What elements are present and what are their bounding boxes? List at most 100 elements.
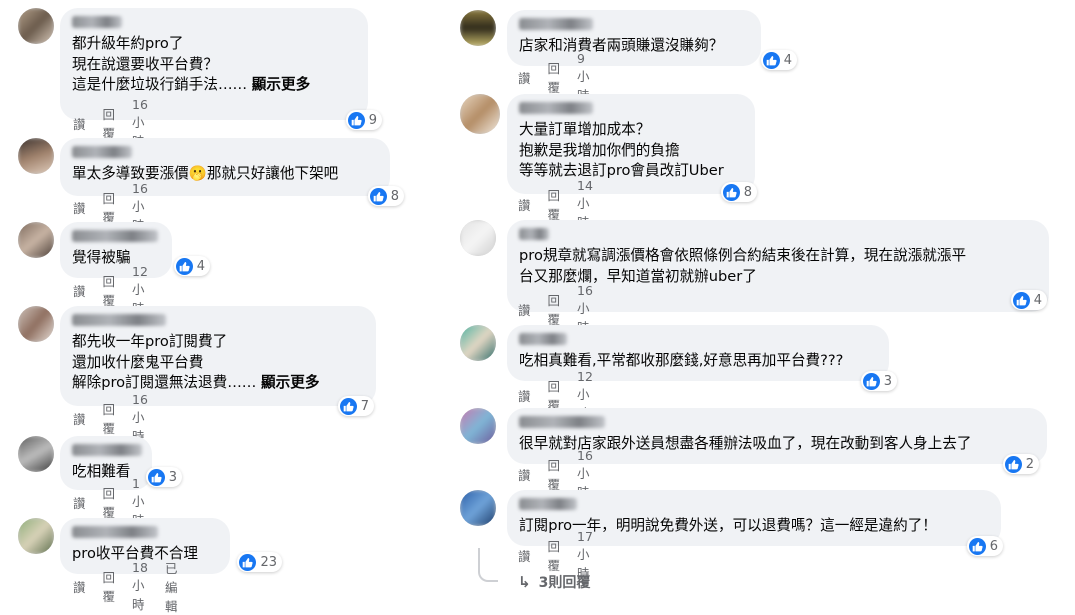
like-button[interactable]: 讚	[73, 114, 86, 133]
reaction-count[interactable]: 2	[1002, 454, 1039, 474]
reaction-count[interactable]: 23	[237, 552, 282, 572]
like-icon	[369, 187, 387, 205]
like-button[interactable]: 讚	[518, 68, 531, 87]
comment-actions: 讚 回覆 17小時	[518, 529, 610, 581]
timestamp[interactable]: 18小時	[132, 560, 148, 613]
like-icon	[175, 257, 193, 275]
commenter-name[interactable]	[519, 498, 577, 510]
reply-button[interactable]: 回覆	[103, 483, 116, 521]
reply-button[interactable]: 回覆	[548, 58, 561, 96]
comment-bubble: 吃相真難看,平常都收那麼錢,好意思再加平台費??? 3	[507, 325, 897, 391]
like-count: 4	[783, 52, 792, 68]
comment-actions: 讚 回覆 1小時	[73, 476, 162, 528]
reply-button[interactable]: 回覆	[548, 455, 561, 493]
commenter-name[interactable]	[72, 526, 158, 538]
commenter-name[interactable]	[72, 230, 158, 242]
commenter-name[interactable]	[519, 228, 549, 240]
like-count: 23	[260, 554, 277, 570]
avatar[interactable]	[18, 138, 54, 174]
like-icon	[862, 372, 880, 390]
reply-button[interactable]: 回覆	[103, 399, 116, 437]
comment-actions: 讚 回覆 16小時	[73, 392, 165, 444]
like-icon	[339, 397, 357, 415]
avatar[interactable]	[18, 222, 54, 258]
like-icon	[239, 553, 257, 571]
avatar[interactable]	[460, 325, 496, 361]
like-button[interactable]: 讚	[518, 465, 531, 484]
like-button[interactable]: 讚	[73, 493, 86, 512]
like-count: 7	[360, 398, 369, 414]
commenter-name[interactable]	[519, 18, 593, 30]
like-button[interactable]: 讚	[73, 577, 86, 596]
like-icon	[968, 537, 986, 555]
avatar[interactable]	[460, 10, 496, 46]
like-count: 2	[1025, 456, 1034, 472]
reply-button[interactable]: 回覆	[548, 536, 561, 574]
reply-button[interactable]: 回覆	[548, 290, 561, 328]
reaction-count[interactable]: 9	[345, 110, 382, 130]
view-replies-link[interactable]: ↳ 3則回覆	[518, 572, 590, 592]
like-button[interactable]: 讚	[73, 281, 86, 300]
comment-bubble: 大量訂單增加成本？ 抱歉是我增加你們的負擔 等等就去退訂pro會員改訂Uber …	[507, 94, 757, 202]
avatar[interactable]	[18, 436, 54, 472]
like-count: 4	[196, 258, 205, 274]
commenter-name[interactable]	[519, 102, 593, 114]
reaction-count[interactable]: 6	[966, 536, 1003, 556]
reaction-count[interactable]: 7	[337, 396, 374, 416]
commenter-name[interactable]	[72, 146, 132, 158]
like-button[interactable]: 讚	[518, 195, 531, 214]
comment-text: 吃相難看	[72, 463, 131, 480]
reply-button[interactable]: 回覆	[103, 104, 116, 142]
comment-text: 都先收一年pro訂閱費了 還加收什麼鬼平台費 解除pro訂閱還無法退費…… 顯示…	[72, 333, 320, 391]
commenter-name[interactable]	[72, 314, 166, 326]
reaction-count[interactable]: 4	[173, 256, 210, 276]
avatar[interactable]	[460, 220, 496, 256]
comment-actions: 讚 回覆 9小時	[518, 51, 607, 103]
view-replies-label: 3則回覆	[538, 575, 591, 591]
commenter-name[interactable]	[519, 416, 605, 428]
reaction-count[interactable]: 3	[145, 467, 182, 487]
avatar[interactable]	[460, 490, 496, 526]
avatar[interactable]	[460, 408, 496, 444]
avatar[interactable]	[18, 8, 54, 44]
like-button[interactable]: 讚	[73, 198, 86, 217]
commenter-name[interactable]	[519, 333, 567, 345]
like-count: 8	[743, 184, 752, 200]
like-button[interactable]: 讚	[73, 409, 86, 428]
like-count: 3	[883, 373, 892, 389]
like-button[interactable]: 讚	[518, 300, 531, 319]
see-more-link[interactable]: 顯示更多	[252, 76, 310, 93]
comment-actions: 讚 回覆 14小時	[518, 178, 610, 230]
commenter-name[interactable]	[72, 444, 142, 456]
comment-actions: 讚 回覆 16小時	[73, 97, 165, 149]
like-count: 4	[1033, 292, 1042, 308]
commenter-name[interactable]	[72, 16, 122, 28]
avatar[interactable]	[18, 518, 54, 554]
reply-button[interactable]: 回覆	[548, 185, 561, 223]
reaction-count[interactable]: 8	[720, 182, 757, 202]
comment-actions: 讚 回覆 12小時	[518, 369, 610, 421]
like-count: 3	[168, 469, 177, 485]
comment-text: 都升級年約pro了 現在說還要收平台費？ 這是什麼垃圾行銷手法…… 顯示更多	[72, 35, 311, 93]
reaction-count[interactable]: 3	[860, 371, 897, 391]
like-icon	[1012, 291, 1030, 309]
comment-text: 店家和消費者兩頭賺還沒賺夠？	[519, 37, 724, 54]
reply-arrow-icon: ↳	[518, 573, 531, 591]
like-button[interactable]: 讚	[518, 386, 531, 405]
comment-text: 很早就對店家跟外送員想盡各種辦法吸血了，現在改動到客人身上去了	[519, 435, 972, 452]
like-count: 9	[368, 112, 377, 128]
avatar[interactable]	[460, 94, 500, 134]
like-button[interactable]: 讚	[518, 546, 531, 565]
reaction-count[interactable]: 4	[760, 50, 797, 70]
reply-button[interactable]: 回覆	[103, 188, 116, 226]
comment-text: 單太多導致要漲價🫢那就只好讓他下架吧	[72, 165, 339, 182]
reaction-count[interactable]: 8	[367, 186, 404, 206]
reply-button[interactable]: 回覆	[103, 271, 116, 309]
avatar[interactable]	[18, 306, 54, 342]
comment-actions: 讚 回覆 18小時 已編輯	[73, 560, 194, 614]
comment-actions: 讚 回覆 16小時	[518, 448, 610, 500]
reaction-count[interactable]: 4	[1010, 290, 1047, 310]
see-more-link[interactable]: 顯示更多	[261, 374, 319, 391]
edited-label[interactable]: 已編輯	[165, 558, 178, 615]
reply-button[interactable]: 回覆	[103, 567, 116, 605]
